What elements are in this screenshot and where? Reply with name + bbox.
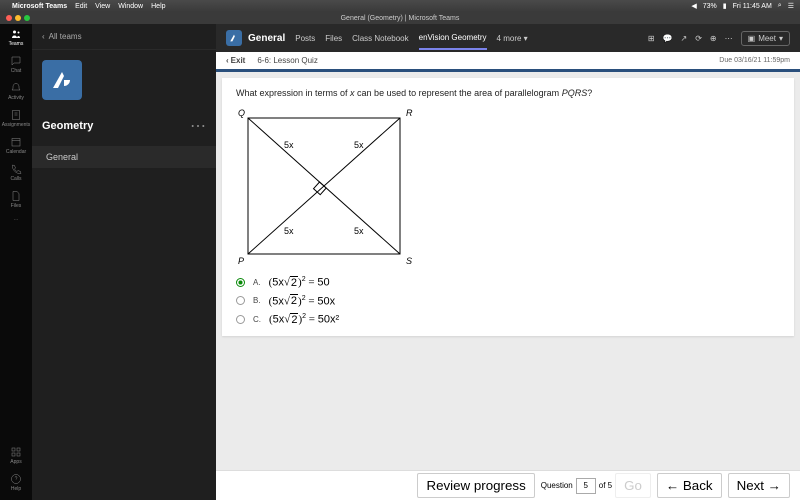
next-button[interactable]: Next → (728, 473, 790, 498)
battery-icon: ▮ (723, 2, 727, 10)
choice-b[interactable]: B. (5x√2)2 = 50x (236, 295, 780, 308)
tab-posts[interactable]: Posts (295, 34, 315, 43)
quiz-header: Exit 6-6: Lesson Quiz Due 03/16/21 11:59… (216, 52, 800, 72)
chat-icon[interactable]: 💬 (663, 34, 673, 43)
battery-pct: 73% (703, 3, 717, 10)
choice-a[interactable]: A. (5x√2)2 = 50 (236, 276, 780, 289)
svg-text:R: R (406, 108, 413, 118)
back-button[interactable]: ← Back (657, 473, 722, 498)
meet-button[interactable]: ▣Meet▾ (741, 31, 790, 46)
team-more-icon[interactable]: ⋯ (190, 116, 206, 136)
rail-more[interactable]: ⋯ (14, 217, 19, 223)
more-icon[interactable]: ⋯ (725, 34, 733, 43)
question-text: What expression in terms of x can be use… (236, 88, 780, 98)
app-body: Teams Chat Activity Assignments Calendar… (0, 24, 800, 500)
tab-notebook[interactable]: Class Notebook (352, 34, 408, 43)
go-button[interactable]: Go (615, 473, 651, 498)
team-avatar (42, 60, 82, 100)
team-name: Geometry (42, 120, 190, 132)
rail-calls[interactable]: Calls (10, 163, 22, 182)
svg-text:P: P (238, 256, 244, 266)
channel-name: General (248, 33, 285, 44)
rail-files[interactable]: Files (10, 190, 22, 209)
chevron-down-icon: ▾ (779, 34, 783, 43)
control-center-icon[interactable]: ☰ (788, 2, 794, 10)
main-area: General Posts Files Class Notebook enVis… (216, 24, 800, 500)
quiz-title: 6-6: Lesson Quiz (257, 56, 317, 65)
svg-text:Q: Q (238, 108, 245, 118)
diagram: Q R P S 5x 5x 5x 5x (236, 106, 780, 266)
tab-files[interactable]: Files (325, 34, 342, 43)
svg-text:5x: 5x (284, 140, 294, 150)
svg-text:5x: 5x (354, 226, 364, 236)
review-progress-button[interactable]: Review progress (417, 473, 534, 498)
radio-a[interactable] (236, 278, 245, 287)
rail-help[interactable]: Help (10, 473, 22, 492)
rail-assignments[interactable]: Assignments (2, 109, 31, 128)
tabs-more[interactable]: 4 more ▾ (497, 34, 528, 43)
maximize-icon[interactable] (24, 15, 30, 21)
rail-teams[interactable]: Teams (9, 28, 24, 47)
app-name[interactable]: Microsoft Teams (12, 3, 67, 10)
window-title: General (Geometry) | Microsoft Teams (341, 15, 460, 22)
channel-header: General Posts Files Class Notebook enVis… (216, 24, 800, 52)
refresh-icon[interactable]: ⟳ (695, 34, 702, 43)
camera-icon: ▣ (748, 34, 756, 43)
exit-button[interactable]: Exit (226, 56, 245, 65)
traffic-lights (0, 15, 30, 21)
window-titlebar: General (Geometry) | Microsoft Teams (0, 12, 800, 24)
left-rail: Teams Chat Activity Assignments Calendar… (0, 24, 32, 500)
menu-help[interactable]: Help (151, 3, 165, 10)
popout-icon[interactable]: ↗ (681, 34, 688, 43)
question-counter: Question of 5 Go (541, 473, 651, 498)
chevron-down-icon: ▾ (524, 34, 528, 43)
choices: A. (5x√2)2 = 50 B. (5x√2)2 = 50x C. (5x√… (236, 276, 780, 326)
quiz-footer: Review progress Question of 5 Go ← Back … (216, 470, 800, 500)
rail-activity[interactable]: Activity (8, 82, 24, 101)
wifi-icon[interactable]: ◀ (691, 2, 696, 10)
choice-c[interactable]: C. (5x√2)2 = 50x² (236, 313, 780, 326)
clock: Fri 11:45 AM (733, 3, 772, 10)
team-sidebar: All teams Geometry ⋯ General (32, 24, 216, 500)
sidebar-back[interactable]: All teams (32, 24, 216, 50)
mac-menubar: Microsoft Teams Edit View Window Help ◀ … (0, 0, 800, 12)
rail-apps[interactable]: Apps (10, 446, 22, 465)
radio-b[interactable] (236, 296, 245, 305)
minimize-icon[interactable] (15, 15, 21, 21)
svg-text:5x: 5x (354, 140, 364, 150)
globe-icon[interactable]: ⊕ (710, 34, 717, 43)
rail-calendar[interactable]: Calendar (6, 136, 26, 155)
svg-text:S: S (406, 256, 412, 266)
radio-c[interactable] (236, 315, 245, 324)
menu-edit[interactable]: Edit (75, 3, 87, 10)
question-card: What expression in terms of x can be use… (222, 78, 794, 336)
menu-window[interactable]: Window (118, 3, 143, 10)
quiz-body: What expression in terms of x can be use… (216, 72, 800, 470)
search-icon[interactable]: ⌕ (778, 2, 782, 10)
rail-chat[interactable]: Chat (10, 55, 22, 74)
channel-general[interactable]: General (32, 146, 216, 168)
menu-view[interactable]: View (95, 3, 110, 10)
quiz-due: Due 03/16/21 11:59pm (719, 57, 790, 64)
action-icon[interactable]: ⊞ (648, 34, 655, 43)
channel-avatar (226, 30, 242, 46)
svg-text:5x: 5x (284, 226, 294, 236)
question-number-input[interactable] (576, 478, 596, 494)
close-icon[interactable] (6, 15, 12, 21)
tab-envision[interactable]: enVision Geometry (419, 33, 487, 50)
